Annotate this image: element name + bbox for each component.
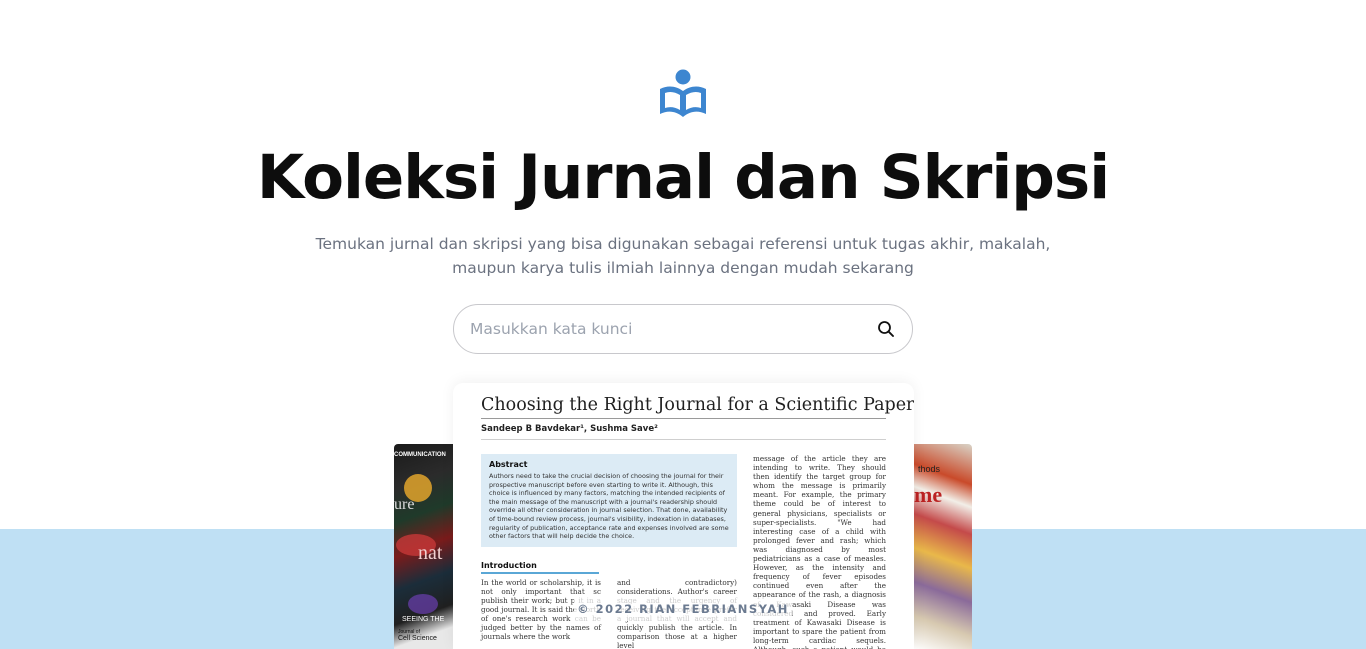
search-input[interactable] bbox=[470, 320, 876, 338]
abstract-text: Authors need to take the crucial decisio… bbox=[489, 472, 729, 541]
cover-label: COMMUNICATION bbox=[394, 452, 446, 458]
subtitle-line-2: maupun karya tulis ilmiah lainnya dengan… bbox=[452, 259, 914, 277]
footer-copyright: © 2022 RIAN FEBRIANSYAH bbox=[574, 597, 792, 621]
cover-label: nat bbox=[418, 542, 443, 564]
search-icon[interactable] bbox=[876, 319, 896, 339]
paper-abstract: Abstract Authors need to take the crucia… bbox=[481, 454, 737, 547]
cover-label: Cell Science bbox=[398, 635, 437, 642]
page-subtitle: Temukan jurnal dan skripsi yang bisa dig… bbox=[283, 232, 1083, 280]
journal-covers-left-image: COMMUNICATION ure nat SEEING THE Journal… bbox=[394, 444, 454, 649]
paper-authors: Sandeep B Bavdekar¹, Sushma Save² bbox=[481, 424, 886, 440]
cover-label: SEEING THE bbox=[402, 616, 445, 623]
subtitle-line-1: Temukan jurnal dan skripsi yang bisa dig… bbox=[315, 235, 1051, 253]
cover-label: me bbox=[914, 482, 943, 507]
journal-covers-right-image: thods me bbox=[912, 444, 972, 649]
cover-label: thods bbox=[918, 464, 941, 474]
abstract-heading: Abstract bbox=[489, 460, 528, 469]
cover-label: ure bbox=[394, 496, 415, 513]
reading-book-icon bbox=[660, 69, 706, 117]
introduction-heading: Introduction bbox=[481, 561, 599, 574]
page-title: Koleksi Jurnal dan Skripsi bbox=[256, 142, 1110, 213]
paper-title: Choosing the Right Journal for a Scienti… bbox=[481, 395, 914, 419]
search-bar bbox=[453, 304, 913, 354]
